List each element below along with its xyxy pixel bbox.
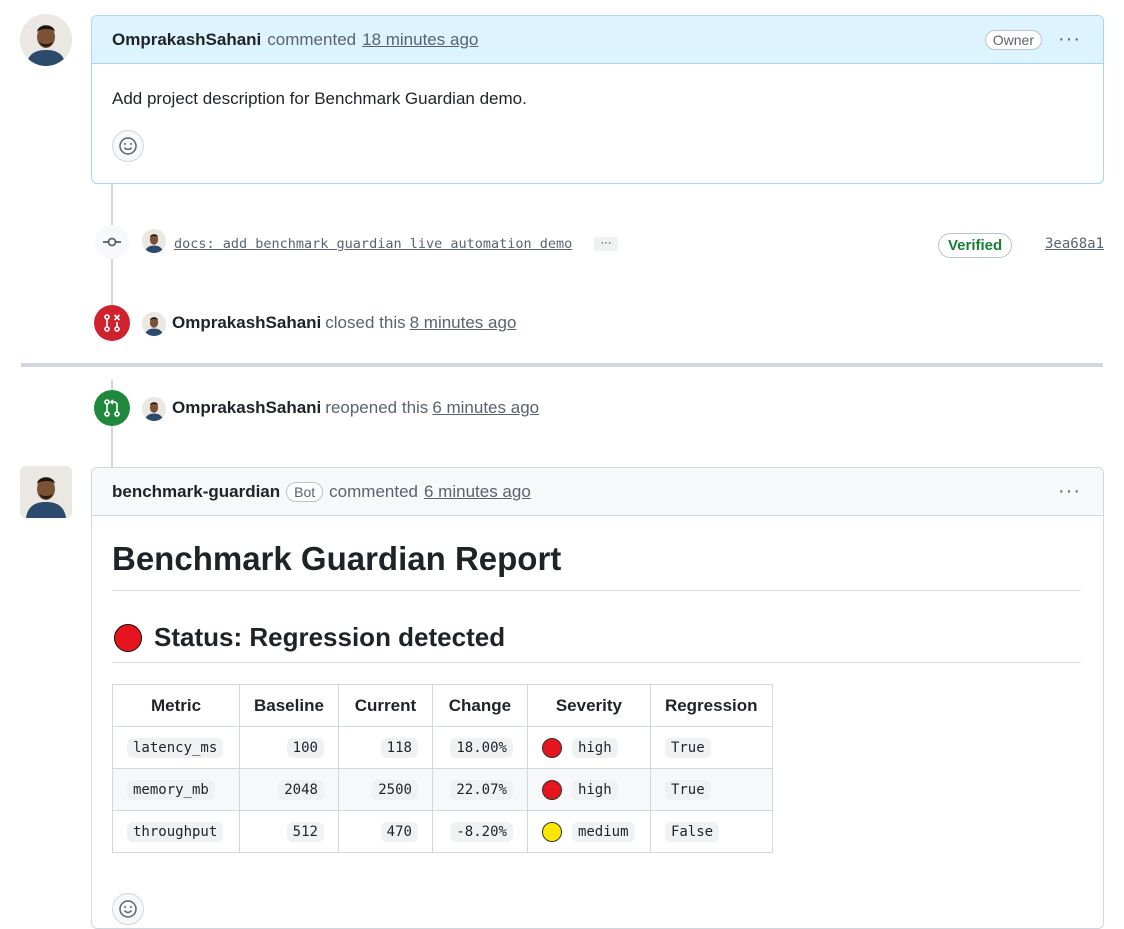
title-divider <box>112 590 1081 591</box>
baseline-value: 512 <box>286 822 324 842</box>
git-commit-icon <box>103 237 121 247</box>
event-author[interactable]: OmprakashSahani <box>172 313 321 332</box>
red-circle-icon <box>541 737 562 758</box>
timeline-separator <box>21 363 1103 367</box>
column-header: Current <box>337 684 433 727</box>
change-value: -8.20% <box>450 822 513 842</box>
red-circle-icon <box>541 779 562 800</box>
event-author[interactable]: OmprakashSahani <box>172 398 321 417</box>
current-value: 470 <box>380 822 418 842</box>
regression-value: False <box>664 822 720 842</box>
smiley-icon <box>119 137 137 155</box>
current-value: 118 <box>380 738 418 758</box>
comment-timestamp[interactable]: 18 minutes ago <box>362 30 478 50</box>
yellow-circle-icon <box>541 821 562 842</box>
severity-value: high <box>571 737 618 758</box>
verified-badge[interactable]: Verified <box>938 233 1013 258</box>
comment-action: commented <box>329 481 418 501</box>
table-row: throughput 512 470 -8.20% medium False <box>112 810 773 853</box>
metric-name: throughput <box>127 822 224 842</box>
comment-action: commented <box>267 29 357 49</box>
reopened-event-icon <box>94 390 130 426</box>
metric-name: memory_mb <box>127 780 215 800</box>
comment-body: Add project description for Benchmark Gu… <box>112 89 527 108</box>
add-reaction-button[interactable] <box>112 130 144 162</box>
avatar-image <box>20 466 72 518</box>
owner-badge: Owner <box>984 29 1042 50</box>
status-divider <box>112 662 1081 663</box>
owner-comment-card: OmprakashSahani commented 18 minutes ago… <box>91 15 1104 184</box>
git-pull-request-closed-icon <box>104 314 121 332</box>
column-header: Severity <box>526 684 651 727</box>
comment-menu-button[interactable]: ··· <box>1058 480 1081 503</box>
metric-name: latency_ms <box>127 738 224 758</box>
current-value: 2500 <box>372 780 418 800</box>
commit-sha-link[interactable]: 3ea68a1 <box>1045 236 1104 252</box>
add-reaction-button[interactable] <box>112 893 144 925</box>
reopened-event-text: OmprakashSahani reopened this 6 minutes ag… <box>172 398 539 418</box>
commit-author-avatar[interactable] <box>142 229 166 253</box>
avatar-image <box>20 14 72 66</box>
baseline-value: 100 <box>286 738 324 758</box>
report-title: Benchmark Guardian Report <box>112 540 562 577</box>
avatar-image <box>142 397 166 421</box>
table-row: latency_ms 100 118 18.00% high True <box>112 726 773 769</box>
baseline-value: 2048 <box>278 780 324 800</box>
comment-header: benchmark-guardian Bot commented 6 minut… <box>92 468 1103 516</box>
event-timestamp[interactable]: 6 minutes ago <box>432 398 539 417</box>
change-value: 22.07% <box>450 780 513 800</box>
column-header: Metric <box>112 684 240 727</box>
closed-event-text: OmprakashSahani closed this 8 minutes ago <box>172 313 516 333</box>
bot-avatar[interactable] <box>20 466 72 518</box>
git-pull-request-icon <box>104 399 120 417</box>
closed-event-icon <box>94 305 130 341</box>
regression-value: True <box>664 738 711 758</box>
status-text: Status: Regression detected <box>154 622 506 652</box>
table-header-row: Metric Baseline Current Change Severity … <box>112 684 773 727</box>
comment-timestamp[interactable]: 6 minutes ago <box>424 482 531 502</box>
column-header: Regression <box>649 684 773 727</box>
bot-comment-card: benchmark-guardian Bot commented 6 minut… <box>91 467 1104 929</box>
change-value: 18.00% <box>450 738 513 758</box>
benchmark-table: Metric Baseline Current Change Severity … <box>112 684 773 853</box>
comment-author[interactable]: benchmark-guardian <box>112 482 280 502</box>
smiley-icon <box>119 900 137 918</box>
avatar[interactable] <box>20 14 72 66</box>
red-circle-icon <box>114 623 142 652</box>
comment-header: OmprakashSahani commented 18 minutes ago… <box>92 16 1103 64</box>
bot-badge: Bot <box>286 481 324 502</box>
status-heading: Status: Regression detected <box>114 622 505 653</box>
commit-message-link[interactable]: docs: add benchmark guardian live automa… <box>174 236 572 252</box>
comment-author[interactable]: OmprakashSahani <box>112 30 261 50</box>
commit-event-icon <box>95 225 129 259</box>
event-timestamp[interactable]: 8 minutes ago <box>410 313 517 332</box>
severity-value: medium <box>571 821 635 842</box>
reopened-event-avatar[interactable] <box>142 397 166 421</box>
column-header: Baseline <box>239 684 339 727</box>
event-action: closed this <box>325 313 406 332</box>
event-action: reopened this <box>325 398 429 417</box>
table-row: memory_mb 2048 2500 22.07% high True <box>112 768 773 811</box>
commit-expand-button[interactable]: ··· <box>594 237 618 251</box>
severity-value: high <box>571 779 618 800</box>
closed-event-avatar[interactable] <box>142 312 166 336</box>
column-header: Change <box>431 684 528 727</box>
avatar-image <box>142 229 166 253</box>
avatar-image <box>142 312 166 336</box>
comment-menu-button[interactable]: ··· <box>1058 28 1081 51</box>
regression-value: True <box>664 780 711 800</box>
